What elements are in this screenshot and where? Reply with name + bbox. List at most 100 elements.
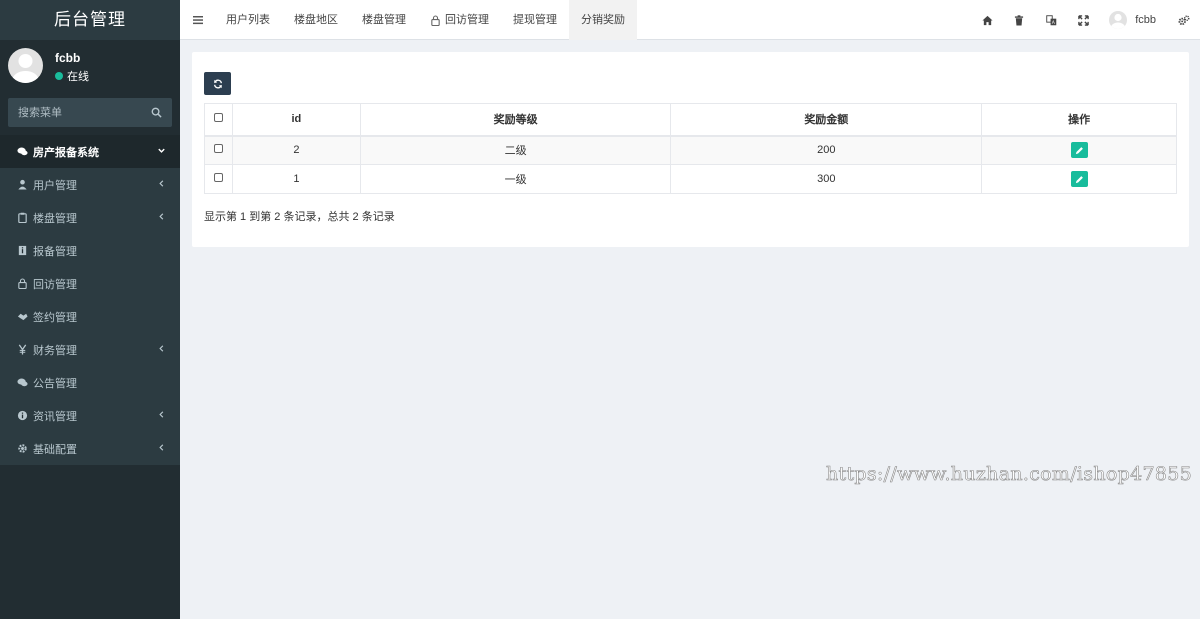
- table-header-row: id 奖励等级 奖励金额 操作: [204, 103, 1177, 137]
- refresh-icon: [213, 79, 222, 88]
- nav-user-name: fcbb: [1135, 14, 1156, 26]
- translate-icon: A: [1045, 14, 1056, 26]
- avatar: [8, 48, 43, 83]
- sidebar-item-label: 报备管理: [33, 245, 77, 258]
- cell-level: 二级: [359, 135, 672, 165]
- tab-follow-up[interactable]: 回访管理: [418, 0, 501, 40]
- sidebar-submenu: 用户管理 楼盘管理 报备管理 回访管理 签约管理 财务管理 公告管理 资讯管理 …: [0, 168, 180, 465]
- info-circle-icon: [17, 410, 28, 421]
- sidebar-item-label: 签约管理: [33, 311, 77, 324]
- sidebar-item-reports[interactable]: 报备管理: [0, 234, 180, 267]
- home-icon: [982, 15, 993, 25]
- row-checkbox[interactable]: [213, 144, 223, 154]
- menu-toggle-icon[interactable]: [192, 14, 204, 26]
- sidebar-item-label: 回访管理: [33, 278, 77, 291]
- menu-search: [8, 98, 172, 127]
- home-button[interactable]: [971, 0, 1003, 40]
- sidebar-menu: 房产报备系统 用户管理 楼盘管理 报备管理 回访管理 签约管理 财务管理 公告管…: [0, 135, 180, 465]
- pencil-icon: [1075, 175, 1083, 183]
- content-panel: id 奖励等级 奖励金额 操作 2 二级 200 1 一级 300 显示第 1 …: [192, 52, 1189, 247]
- cogs-icon: [1178, 14, 1190, 25]
- pencil-icon: [1075, 146, 1083, 154]
- column-header-amount[interactable]: 奖励金额: [670, 103, 983, 137]
- avatar: [1109, 11, 1128, 29]
- online-status: 在线: [55, 68, 89, 84]
- row-checkbox[interactable]: [213, 173, 223, 182]
- sidebar-item-news[interactable]: 资讯管理: [0, 399, 180, 432]
- pagination-summary: 显示第 1 到第 2 条记录，总共 2 条记录: [204, 211, 395, 223]
- header-checkbox-cell: [204, 103, 233, 137]
- tab-user-list[interactable]: 用户列表: [214, 0, 282, 40]
- sidebar-item-follow-up[interactable]: 回访管理: [0, 267, 180, 300]
- user-name: fcbb: [55, 51, 81, 65]
- status-label: 在线: [67, 71, 89, 83]
- tab-property-management[interactable]: 楼盘管理: [350, 0, 418, 40]
- lock-icon: [431, 14, 440, 26]
- sidebar-item-label: 用户管理: [33, 179, 77, 192]
- trash-icon: [1015, 14, 1024, 25]
- nav-user-menu[interactable]: fcbb: [1099, 0, 1168, 40]
- chevron-left-icon: [159, 411, 164, 418]
- user-icon: [18, 179, 27, 190]
- row-checkbox-cell: [204, 135, 233, 165]
- user-panel: fcbb 在线: [0, 40, 180, 96]
- watermark-text: https://www.huzhan.com/ishop47855: [826, 463, 1193, 486]
- sidebar-item-label: 基础配置: [33, 443, 77, 456]
- tab-distribution-reward[interactable]: 分销奖励: [569, 0, 637, 40]
- online-dot-icon: [55, 72, 63, 80]
- sidebar-item-announcements[interactable]: 公告管理: [0, 366, 180, 399]
- column-header-level[interactable]: 奖励等级: [359, 103, 672, 137]
- clear-cache-button[interactable]: [1003, 0, 1035, 40]
- cell-amount: 300: [670, 164, 983, 194]
- sidebar-item-label: 财务管理: [33, 344, 77, 357]
- settings-button[interactable]: [1168, 0, 1200, 40]
- yen-icon: [18, 344, 27, 355]
- sidebar-item-properties[interactable]: 楼盘管理: [0, 201, 180, 234]
- menu-search-input[interactable]: [8, 98, 148, 127]
- language-button[interactable]: A: [1035, 0, 1067, 40]
- refresh-button[interactable]: [204, 72, 231, 95]
- sidebar-item-users[interactable]: 用户管理: [0, 168, 180, 201]
- tab-property-region[interactable]: 楼盘地区: [282, 0, 350, 40]
- gear-icon: [18, 444, 27, 453]
- handshake-icon: [17, 313, 28, 321]
- edit-button[interactable]: [1070, 171, 1088, 187]
- table-row: 1 一级 300: [204, 164, 1177, 194]
- sidebar-item-finance[interactable]: 财务管理: [0, 333, 180, 366]
- cell-level: 一级: [359, 164, 672, 194]
- reward-table: id 奖励等级 奖励金额 操作 2 二级 200 1 一级 300: [204, 103, 1177, 194]
- chevron-left-icon: [159, 180, 164, 187]
- nav-tabs: 用户列表 楼盘地区 楼盘管理 回访管理 提现管理 分销奖励: [214, 0, 637, 40]
- sidebar-item-contracts[interactable]: 签约管理: [0, 300, 180, 333]
- chevron-down-icon: [158, 148, 165, 153]
- fullscreen-icon: [1077, 14, 1089, 26]
- chevron-left-icon: [159, 213, 164, 220]
- cell-actions: [981, 135, 1177, 165]
- chevron-left-icon: [159, 444, 164, 451]
- brand-title[interactable]: 后台管理: [0, 0, 180, 40]
- comments-icon: [17, 147, 28, 156]
- clipboard-icon: [18, 212, 27, 223]
- table-row: 2 二级 200: [204, 135, 1177, 165]
- sidebar-item-label: 楼盘管理: [33, 212, 77, 225]
- select-all-checkbox[interactable]: [213, 113, 223, 123]
- lock-icon: [18, 278, 27, 289]
- cell-amount: 200: [670, 135, 983, 165]
- sidebar-item-basic-config[interactable]: 基础配置: [0, 432, 180, 465]
- sidebar-header-label: 房产报备系统: [33, 146, 99, 159]
- search-icon[interactable]: [151, 107, 162, 118]
- edit-button[interactable]: [1070, 142, 1088, 159]
- cell-actions: [981, 164, 1177, 194]
- tab-label: 回访管理: [445, 14, 489, 26]
- fullscreen-button[interactable]: [1067, 0, 1099, 40]
- cell-id: 2: [231, 135, 361, 165]
- tab-withdrawal[interactable]: 提现管理: [501, 0, 569, 40]
- sidebar: 后台管理 fcbb 在线 房产报备系统 用户管理 楼盘管理: [0, 0, 180, 619]
- chevron-left-icon: [159, 345, 164, 352]
- row-checkbox-cell: [204, 164, 233, 194]
- info-book-icon: [18, 245, 27, 256]
- column-header-actions: 操作: [981, 103, 1177, 137]
- sidebar-item-house-report-system[interactable]: 房产报备系统: [0, 135, 180, 168]
- column-header-id[interactable]: id: [231, 103, 361, 137]
- sidebar-item-label: 资讯管理: [33, 410, 77, 423]
